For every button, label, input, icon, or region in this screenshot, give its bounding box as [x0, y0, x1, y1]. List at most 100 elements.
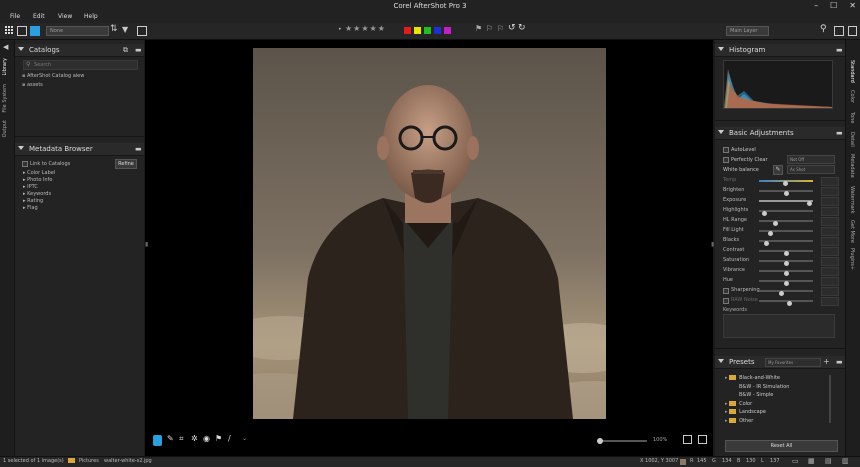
slider-value-field[interactable] [821, 257, 839, 266]
view-single-icon[interactable]: ▭ [792, 457, 799, 465]
panel-menu-icon[interactable]: ▬ [135, 46, 142, 54]
eyedropper-icon[interactable]: ✎ [167, 434, 174, 443]
rating-stars[interactable]: ★★★★★ [345, 24, 386, 34]
slider-knob[interactable] [764, 241, 769, 246]
redeye-icon[interactable]: ◉ [203, 434, 210, 443]
slider-knob[interactable] [761, 211, 767, 216]
slider-knob[interactable] [773, 221, 778, 226]
tab-color[interactable]: Color [849, 90, 855, 103]
refine-button[interactable]: Refine [115, 159, 137, 169]
fullscreen-icon[interactable] [848, 26, 857, 36]
slider-value-field[interactable] [821, 277, 839, 286]
slider-value-field[interactable] [821, 237, 839, 246]
metadata-item[interactable]: ▸ Color Label [23, 170, 55, 176]
metadata-header[interactable]: Metadata Browser ▬ [15, 143, 144, 156]
star-icon[interactable]: ★ [345, 24, 352, 33]
fit-icon[interactable] [698, 435, 707, 444]
minimize-icon[interactable]: – [814, 1, 818, 10]
yellow-label-icon[interactable] [414, 27, 421, 34]
blue-label-icon[interactable] [434, 27, 441, 34]
tab-detail[interactable]: Detail [849, 132, 855, 147]
list-item[interactable]: ▪ assets [22, 82, 43, 88]
tab-standard[interactable]: Standard [849, 60, 855, 83]
layers-icon[interactable]: ⚑ [215, 434, 222, 443]
metadata-item[interactable]: ▸ IPTC [23, 184, 38, 190]
collapse-triangle-icon[interactable] [718, 359, 724, 363]
slider-knob[interactable] [783, 181, 788, 186]
tab-file-system[interactable]: File System [2, 84, 8, 113]
view-grid-icon[interactable]: ▦ [808, 457, 815, 465]
menu-edit[interactable]: Edit [33, 13, 45, 20]
slider-knob[interactable] [784, 251, 789, 256]
slider-value-field[interactable] [821, 197, 839, 206]
slider-knob[interactable] [768, 231, 773, 236]
link-catalogs-checkbox[interactable] [22, 161, 28, 167]
menu-help[interactable]: Help [84, 13, 98, 20]
slider-value-field[interactable] [821, 207, 839, 216]
tab-watermark[interactable]: Watermark [849, 186, 855, 214]
preset-item[interactable]: B&W - IR Simulation [739, 384, 789, 390]
collapse-triangle-icon[interactable] [718, 130, 724, 134]
slider-track[interactable] [759, 180, 813, 186]
add-preset-icon[interactable]: + [823, 357, 830, 366]
slider-track[interactable] [759, 240, 813, 246]
keywords-input[interactable] [723, 314, 835, 338]
sort-arrows-icon[interactable]: ⇅ [110, 24, 118, 34]
layer-select[interactable]: Main Layer [726, 26, 769, 36]
filter-funnel-icon[interactable]: ▼ [122, 25, 128, 35]
green-label-icon[interactable] [424, 27, 431, 34]
crop-icon[interactable]: ⌗ [179, 434, 184, 444]
purple-label-icon[interactable] [444, 27, 451, 34]
catalogs-header[interactable]: Catalogs ⧉ ▬ [15, 44, 144, 57]
menu-file[interactable]: File [10, 13, 20, 20]
slider-track[interactable] [759, 230, 813, 236]
folder-name[interactable]: Pictures [79, 458, 99, 464]
tab-plugins[interactable]: Plugins+ [849, 248, 855, 270]
white-balance-select[interactable]: As Shot [787, 165, 835, 174]
metadata-item[interactable]: ▸ Rating [23, 198, 43, 204]
metadata-item[interactable]: ▸ Photo Info [23, 177, 52, 183]
slider-knob[interactable] [784, 271, 789, 276]
slider-value-field[interactable] [821, 247, 839, 256]
heal-icon[interactable]: ✲ [191, 434, 198, 443]
flag-reject-icon[interactable]: ⚐ [486, 24, 493, 34]
zoom-slider[interactable] [597, 438, 647, 444]
filter-select[interactable]: None [46, 26, 109, 36]
drop-icon[interactable] [153, 435, 162, 446]
preset-item[interactable]: ▸ Color [725, 400, 752, 407]
panel-menu-icon[interactable]: ▬ [836, 129, 843, 137]
panel-menu-icon[interactable]: ▬ [836, 358, 843, 366]
slider-knob[interactable] [786, 301, 792, 306]
metadata-item[interactable]: ▸ Flag [23, 205, 38, 211]
maximize-icon[interactable]: ☐ [830, 1, 837, 10]
menu-view[interactable]: View [58, 13, 72, 20]
star-icon[interactable]: ★ [361, 24, 368, 33]
catalog-search-input[interactable]: ⚲ Search [23, 60, 138, 70]
add-catalog-icon[interactable]: ⧉ [123, 46, 128, 55]
slider-track[interactable] [759, 280, 813, 286]
perfectly-clear-select[interactable]: Not Off [787, 155, 835, 164]
compare-icon[interactable] [683, 435, 692, 444]
slider-knob[interactable] [806, 201, 812, 206]
list-item[interactable]: ▪ AfterShot Catalog aiew [22, 73, 84, 79]
collapse-triangle-icon[interactable] [718, 47, 724, 51]
preset-item[interactable]: ▸ Other [725, 417, 753, 424]
slider-value-field[interactable] [821, 287, 839, 296]
chevron-down-icon[interactable]: ⌄ [242, 435, 247, 442]
slider-track[interactable] [759, 190, 813, 196]
basic-adjustments-header[interactable]: Basic Adjustments ▬ [715, 127, 845, 140]
slider-value-field[interactable] [821, 187, 839, 196]
rotate-left-icon[interactable]: ↺ [508, 23, 516, 33]
view-filmstrip-icon[interactable]: ▤ [825, 457, 832, 465]
tab-metadata[interactable]: Metadata [849, 154, 855, 178]
panel-toggle-icon[interactable] [834, 26, 844, 36]
brush-icon[interactable]: / [228, 434, 231, 443]
tab-library[interactable]: Library [2, 58, 8, 75]
edit-view-icon[interactable] [30, 26, 40, 36]
preset-item[interactable]: B&W - Simple [739, 392, 773, 398]
right-edge-handle[interactable]: ▮ [711, 241, 714, 248]
panel-menu-icon[interactable]: ▬ [836, 46, 843, 54]
reset-all-button[interactable]: Reset All [725, 440, 838, 452]
presets-header[interactable]: Presets My Favorites + ▬ [715, 356, 845, 369]
star-icon[interactable]: ★ [353, 24, 360, 33]
